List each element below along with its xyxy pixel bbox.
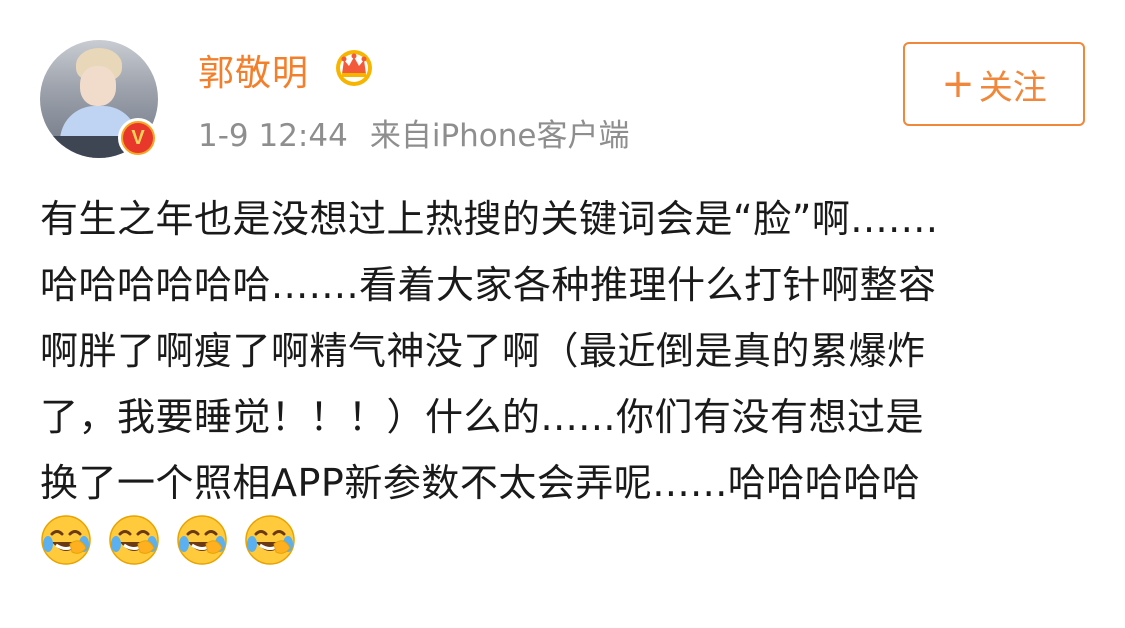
plus-icon: + (941, 61, 975, 107)
post-line: 换了一个照相APP新参数不太会弄呢......哈哈哈哈哈 (40, 461, 921, 505)
crown-icon (336, 50, 372, 86)
laugh-cry-emoji-icon (41, 515, 91, 565)
avatar-face (80, 66, 116, 106)
post-meta: 1-9 12:44 来自iPhone客户端 (198, 110, 629, 155)
laugh-cry-emoji-icon (177, 515, 227, 565)
post-source[interactable]: 来自iPhone客户端 (370, 118, 630, 154)
post-time: 1-9 12:44 (198, 118, 348, 154)
verified-badge-icon: V (118, 118, 158, 158)
laugh-cry-emoji-icon (245, 515, 295, 565)
follow-button-label: 关注 (978, 67, 1047, 108)
post-line: 了，我要睡觉！！！）什么的......你们有没有想过是 (40, 395, 924, 439)
post-line: 有生之年也是没想过上热搜的关键词会是“脸”啊....... (40, 197, 939, 241)
emoji-row (40, 514, 296, 566)
username[interactable]: 郭敬明 (198, 44, 309, 96)
follow-button[interactable]: + 关注 (903, 42, 1085, 126)
post-line: 哈哈哈哈哈哈.......看着大家各种推理什么打针啊整容 (40, 263, 937, 307)
laugh-cry-emoji-icon (109, 515, 159, 565)
post-line: 啊胖了啊瘦了啊精气神没了啊（最近倒是真的累爆炸 (40, 329, 926, 373)
post-body: 有生之年也是没想过上热搜的关键词会是“脸”啊....... 哈哈哈哈哈哈....… (40, 186, 1090, 516)
